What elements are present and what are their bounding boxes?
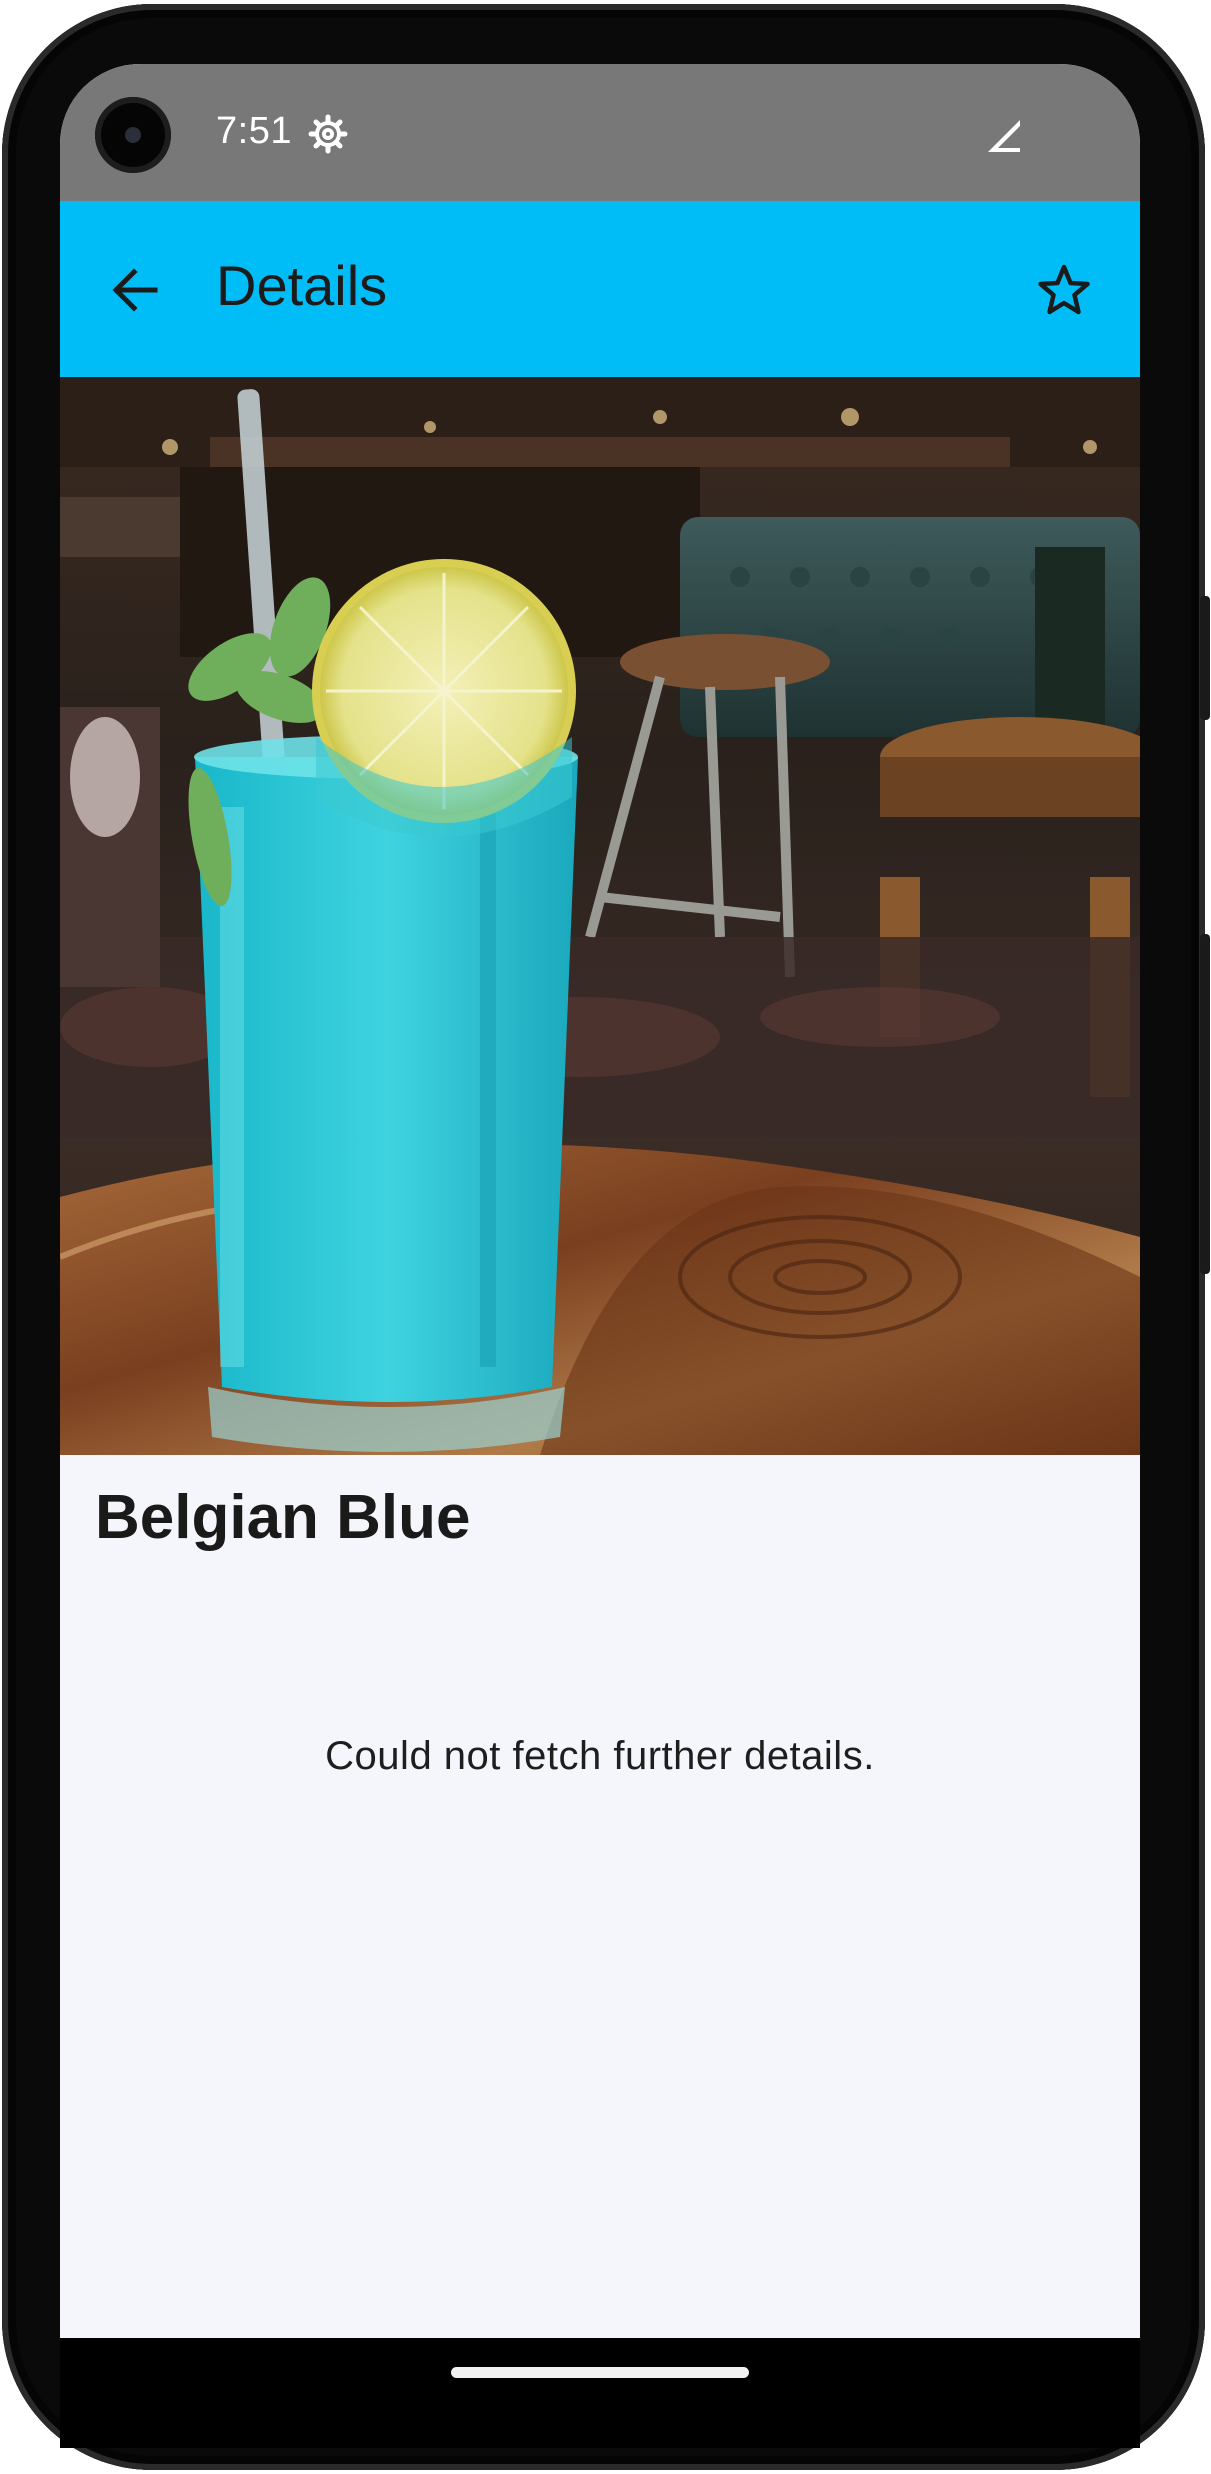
arrow-back-icon xyxy=(112,268,158,312)
home-indicator[interactable] xyxy=(451,2367,749,2378)
power-button xyxy=(1200,596,1210,720)
app-bar: Details xyxy=(60,201,1140,377)
navigation-bar xyxy=(60,2338,1140,2448)
cell-signal-icon xyxy=(988,120,1020,152)
drink-name: Belgian Blue xyxy=(95,1483,471,1552)
volume-button xyxy=(1200,934,1210,1274)
cocktail-photo xyxy=(60,377,1140,1455)
star-outline-icon xyxy=(1038,264,1090,315)
app-screen: 7:51 Details Belgian Blue Could not fetc… xyxy=(60,64,1140,2338)
error-message: Could not fetch further details. xyxy=(325,1734,875,1778)
front-camera xyxy=(95,97,171,173)
page-title: Details xyxy=(216,254,388,317)
back-button[interactable] xyxy=(100,255,170,325)
status-bar: 7:51 xyxy=(60,64,1140,201)
gear-icon xyxy=(308,114,348,154)
favorite-button[interactable] xyxy=(1029,255,1099,325)
drink-photo xyxy=(60,377,1140,1455)
status-time: 7:51 xyxy=(216,110,292,152)
